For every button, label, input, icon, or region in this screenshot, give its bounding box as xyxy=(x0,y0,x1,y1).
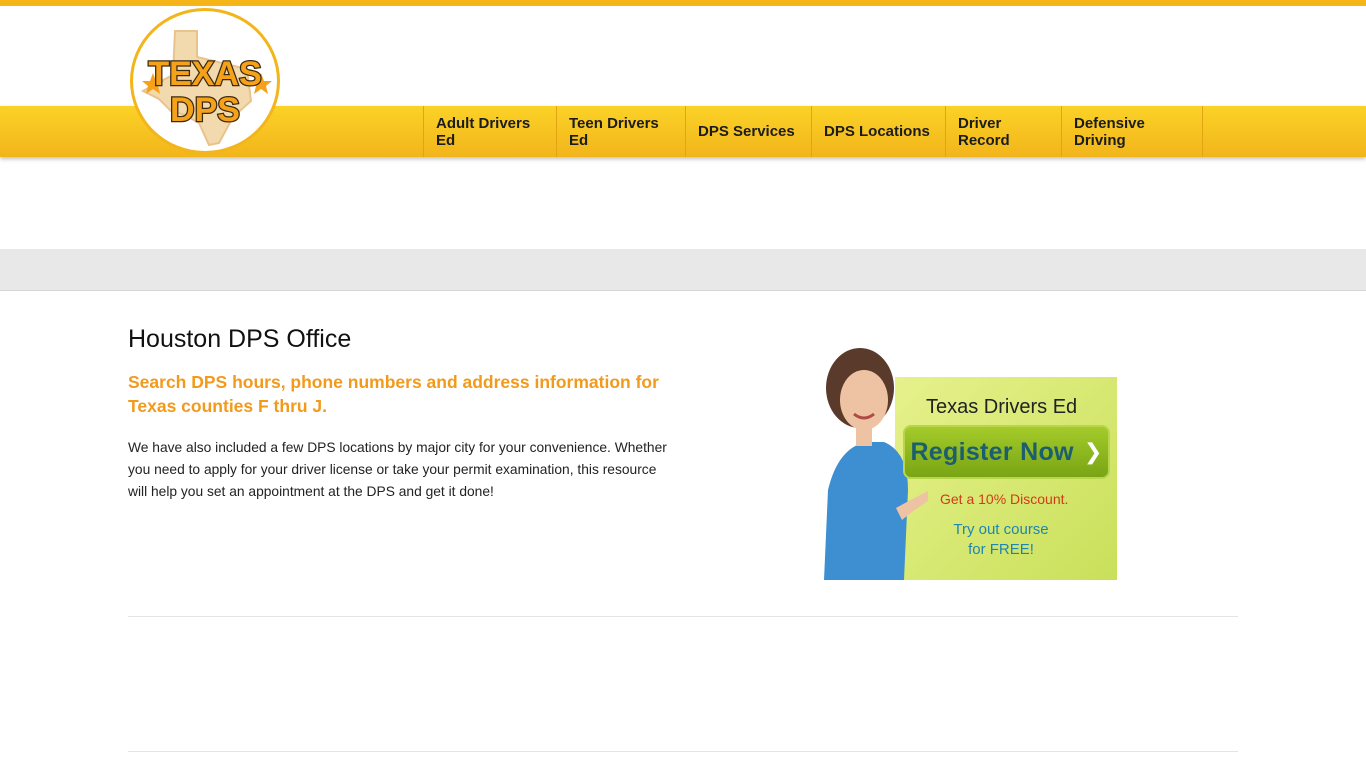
logo-line1: TEXAS xyxy=(148,55,261,93)
texas-map-icon: TEXAS DPS xyxy=(140,30,272,147)
top-accent-line xyxy=(0,0,1366,6)
page-subtitle: Search DPS hours, phone numbers and addr… xyxy=(128,372,659,416)
page-title-band xyxy=(0,249,1366,291)
nav-dps-services[interactable]: DPS Services xyxy=(685,106,811,157)
ad-title: Texas Drivers Ed xyxy=(926,396,1078,418)
site-logo[interactable]: TEXAS DPS xyxy=(130,8,280,154)
main-nav: Adult Drivers Ed Teen Drivers Ed DPS Ser… xyxy=(423,106,1203,157)
logo-line2: DPS xyxy=(170,91,240,129)
ad-discount-text: Get a 10% Discount. xyxy=(940,491,1069,507)
register-now-button[interactable]: Register Now ❯ xyxy=(903,425,1110,479)
nav-driver-record[interactable]: Driver Record xyxy=(945,106,1061,157)
content-divider xyxy=(128,616,1238,617)
page-title: Houston DPS Office xyxy=(128,325,352,353)
intro-paragraph: We have also included a few DPS location… xyxy=(128,440,667,499)
register-ad-banner[interactable]: Texas Drivers Ed Register Now ❯ Get a 10… xyxy=(818,330,1117,580)
chevron-right-icon: ❯ xyxy=(1083,439,1103,464)
ad-free-trial-text: Try out course for FREE! xyxy=(936,520,1066,560)
nav-teen-drivers-ed[interactable]: Teen Drivers Ed xyxy=(556,106,685,157)
ad-try-line1: Try out course xyxy=(953,521,1049,538)
nav-dps-locations[interactable]: DPS Locations xyxy=(811,106,945,157)
nav-defensive-driving[interactable]: Defensive Driving xyxy=(1061,106,1203,157)
content-divider-bottom xyxy=(128,751,1238,752)
nav-adult-drivers-ed[interactable]: Adult Drivers Ed xyxy=(423,106,556,157)
register-now-label: Register Now xyxy=(910,437,1074,466)
ad-try-line2: for FREE! xyxy=(968,541,1034,558)
